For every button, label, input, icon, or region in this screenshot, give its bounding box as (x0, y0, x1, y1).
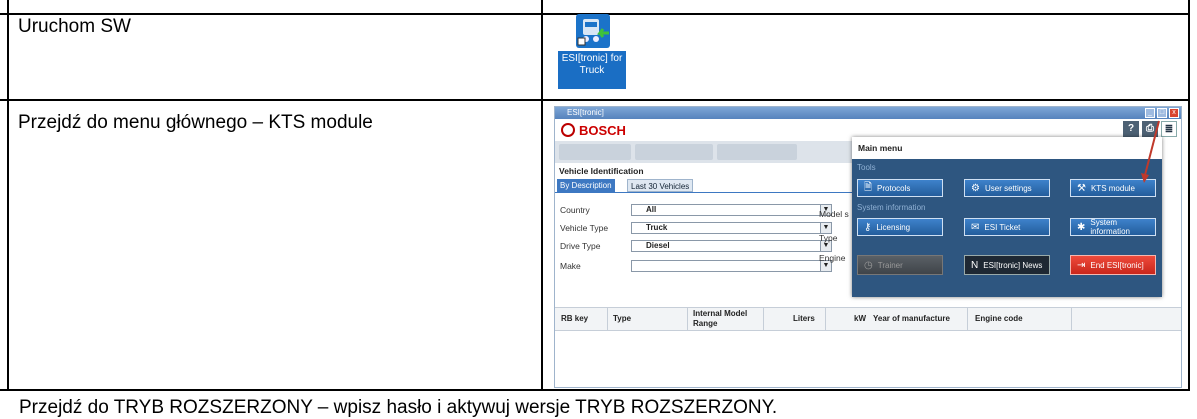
button-label: System information (1090, 218, 1130, 236)
system-information-button[interactable]: ✱ System information (1070, 218, 1156, 236)
field-label-vehicle-type: Vehicle Type (560, 223, 609, 233)
table-row-divider (0, 389, 1190, 391)
table-border-right (1188, 0, 1190, 391)
window-title: ESI[tronic] (567, 108, 604, 117)
brand-name: BOSCH (579, 123, 626, 138)
key-icon: ⚷ (864, 221, 872, 233)
vehicle-type-select[interactable]: Truck (631, 222, 831, 234)
column-separator (687, 308, 688, 330)
kts-icon: ⚒ (1077, 182, 1086, 194)
nav-tab-diagnosis[interactable] (635, 144, 713, 160)
window-titlebar: ESI[tronic] _ □ x (555, 107, 1181, 119)
tab-by-description[interactable]: By Description (557, 179, 615, 192)
column-separator (1071, 308, 1072, 330)
nav-tab-vehicle[interactable] (559, 144, 631, 160)
button-label: Licensing (876, 222, 911, 232)
trainer-button[interactable]: ◷ Trainer (857, 255, 943, 275)
nav-tab-equipment[interactable] (717, 144, 797, 160)
end-esi-button[interactable]: ⇥ End ESI[tronic] (1070, 255, 1156, 275)
table-row-divider (0, 99, 1190, 101)
button-label: Trainer (877, 260, 903, 270)
partial-label-engine: Engine (819, 253, 846, 263)
column-header[interactable]: Internal Model Range (693, 309, 759, 329)
partial-label-model: Model s (819, 209, 849, 219)
esi-news-button[interactable]: N ESI[tronic] News (964, 255, 1050, 275)
step-1-text: Uruchom SW (18, 16, 131, 37)
gear-icon: ⚙ (971, 182, 980, 194)
ticket-icon: ✉ (971, 221, 980, 233)
partial-label-type: Type (819, 233, 838, 243)
nav-tabs (555, 141, 855, 163)
news-icon: N (971, 259, 979, 271)
column-separator (825, 308, 826, 330)
button-label: End ESI[tronic] (1090, 260, 1144, 270)
column-header[interactable]: Liters (793, 314, 815, 324)
esi-screenshot: ESI[tronic] _ □ x BOSCH ? ⎙ ≣ Vehicle Id… (554, 106, 1182, 388)
country-select[interactable]: All (631, 204, 831, 216)
column-header[interactable]: RB key (561, 314, 588, 324)
section-label-system-information: System information (857, 203, 926, 212)
tab-last-30-vehicles[interactable]: Last 30 Vehicles (627, 179, 694, 192)
field-label-drive-type: Drive Type (560, 241, 601, 251)
exit-icon: ⇥ (1077, 259, 1086, 271)
column-header[interactable]: Year of manufacture (873, 314, 950, 324)
table-border-left (7, 0, 9, 391)
esi-desktop-shortcut[interactable]: ESI[tronic] for Truck (554, 14, 634, 96)
section-title: Vehicle Identification (559, 166, 644, 176)
results-grid-header: RB key Type Internal Model Range Liters … (555, 307, 1181, 331)
button-label: ESI[tronic] News (983, 260, 1043, 270)
section-label-tools: Tools (857, 163, 876, 172)
column-separator (763, 308, 764, 330)
column-header[interactable]: kW (854, 314, 866, 324)
truck-esi-icon (576, 14, 610, 48)
field-label-country: Country (560, 205, 590, 215)
button-label: ESI Ticket (984, 222, 1021, 232)
close-icon[interactable]: x (1169, 108, 1179, 118)
column-separator (967, 308, 968, 330)
protocols-button[interactable]: 🗎 Protocols (857, 179, 943, 197)
user-settings-button[interactable]: ⚙ User settings (964, 179, 1050, 197)
trainer-icon: ◷ (864, 259, 873, 271)
bosch-logo-icon (561, 123, 575, 137)
column-header[interactable]: Engine code (975, 314, 1023, 324)
stars-icon: ✱ (1077, 221, 1086, 233)
drive-type-select[interactable]: Diesel (631, 240, 831, 252)
step-2-text: Przejdź do menu głównego – KTS module (18, 112, 373, 133)
esi-ticket-button[interactable]: ✉ ESI Ticket (964, 218, 1050, 236)
shortcut-caption: ESI[tronic] for Truck (558, 51, 626, 89)
protocols-icon: 🗎 (864, 181, 873, 193)
make-select[interactable] (631, 260, 831, 272)
table-column-divider (541, 0, 543, 391)
button-label: Protocols (877, 183, 911, 193)
annotation-arrow (1141, 120, 1160, 183)
button-label: User settings (984, 183, 1032, 193)
column-separator (607, 308, 608, 330)
column-header[interactable]: Type (613, 314, 631, 324)
field-label-make: Make (560, 261, 581, 271)
licensing-button[interactable]: ⚷ Licensing (857, 218, 943, 236)
